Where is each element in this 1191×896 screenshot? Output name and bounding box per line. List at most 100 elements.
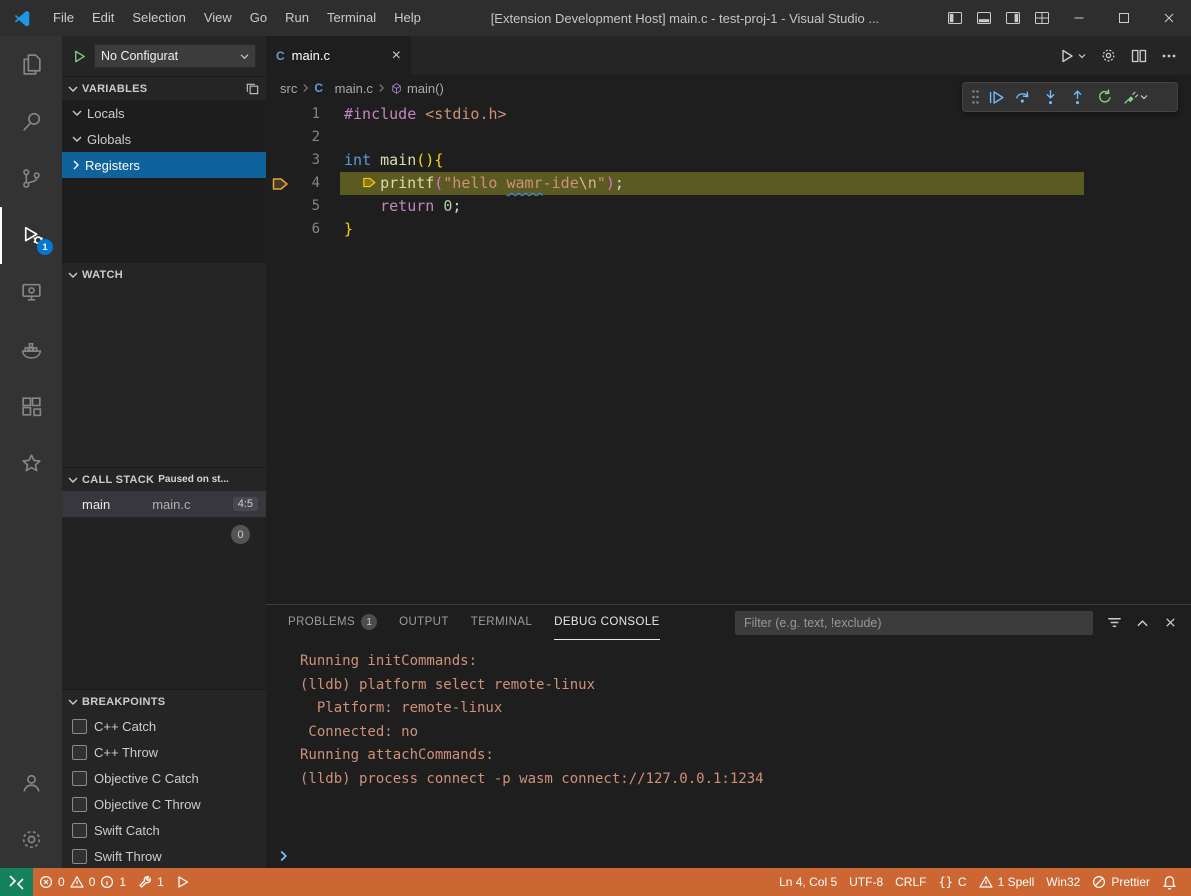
variables-item-registers[interactable]: Registers <box>62 152 266 178</box>
remote-indicator[interactable] <box>0 868 33 896</box>
breakpoint-checkbox[interactable] <box>72 745 87 760</box>
tab-terminal[interactable]: TERMINAL <box>471 605 532 640</box>
breadcrumb-folder[interactable]: src <box>280 81 297 96</box>
start-debug-icon[interactable] <box>72 49 87 64</box>
spell-checker-status[interactable]: 1 Spell <box>973 868 1041 896</box>
problems-status[interactable]: 0 0 1 <box>33 868 132 896</box>
disconnect-button[interactable] <box>1118 84 1152 110</box>
glyph-margin[interactable] <box>266 195 294 218</box>
account-icon[interactable] <box>0 754 62 811</box>
glyph-margin[interactable] <box>266 218 294 241</box>
breakpoint-item[interactable]: Swift Catch <box>62 817 266 843</box>
code-line[interactable]: 2 <box>266 126 1191 149</box>
breakpoint-item[interactable]: C++ Catch <box>62 713 266 739</box>
line-number: 4 <box>294 172 320 195</box>
breakpoint-checkbox[interactable] <box>72 719 87 734</box>
toggle-secondary-sidebar-icon[interactable] <box>998 0 1027 36</box>
copy-value-icon[interactable] <box>245 81 260 96</box>
menu-item[interactable]: Terminal <box>318 0 385 36</box>
breakpoint-item[interactable]: Objective C Catch <box>62 765 266 791</box>
explorer-icon[interactable] <box>0 36 62 93</box>
tab-main-c[interactable]: C main.c × <box>266 36 412 75</box>
variables-section-header[interactable]: VARIABLES <box>62 76 266 100</box>
split-editor-icon[interactable] <box>1131 48 1147 64</box>
code-line[interactable]: 5 return 0; <box>266 195 1191 218</box>
stack-frame-row[interactable]: main main.c 4:5 <box>62 491 266 517</box>
breakpoint-item[interactable]: C++ Throw <box>62 739 266 765</box>
encoding-indicator[interactable]: UTF-8 <box>843 868 889 896</box>
debug-config-gear-icon[interactable] <box>1100 47 1117 64</box>
restart-button[interactable] <box>1091 84 1118 110</box>
tab-problems[interactable]: PROBLEMS 1 <box>288 605 377 640</box>
search-icon[interactable] <box>0 93 62 150</box>
more-actions-icon[interactable] <box>1161 48 1177 64</box>
toggle-sidebar-icon[interactable] <box>940 0 969 36</box>
menu-item[interactable]: Selection <box>123 0 194 36</box>
debug-console-output[interactable]: Running initCommands:(lldb) platform sel… <box>266 640 1191 844</box>
breakpoints-list: C++ Catch C++ Throw Objective C Catch <box>62 713 266 868</box>
glyph-margin[interactable] <box>266 149 294 172</box>
formatter-status[interactable]: Prettier <box>1086 868 1156 896</box>
menu-item[interactable]: Go <box>241 0 276 36</box>
menu-item[interactable]: Run <box>276 0 318 36</box>
console-filter-input[interactable] <box>735 611 1093 635</box>
close-panel-icon[interactable] <box>1159 612 1181 634</box>
step-into-button[interactable] <box>1037 84 1064 110</box>
breakpoint-arrow-icon[interactable] <box>266 172 294 195</box>
launch-config-dropdown[interactable]: No Configurat <box>94 44 256 68</box>
menu-item[interactable]: File <box>44 0 83 36</box>
maximize-button[interactable] <box>1101 0 1146 36</box>
toggle-panel-icon[interactable] <box>969 0 998 36</box>
tab-close-icon[interactable]: × <box>392 48 401 64</box>
close-button[interactable] <box>1146 0 1191 36</box>
glyph-margin[interactable] <box>266 103 294 126</box>
code-line[interactable]: 4 printf("hello wamr-ide\n"); <box>266 172 1191 195</box>
filter-icon[interactable] <box>1103 612 1125 634</box>
step-out-button[interactable] <box>1064 84 1091 110</box>
watch-section-header[interactable]: WATCH <box>62 262 266 286</box>
tab-output[interactable]: OUTPUT <box>399 605 449 640</box>
menu-item[interactable]: View <box>195 0 241 36</box>
eol-indicator[interactable]: CRLF <box>889 868 932 896</box>
platform-indicator[interactable]: Win32 <box>1040 868 1086 896</box>
breakpoint-checkbox[interactable] <box>72 849 87 864</box>
remote-explorer-icon[interactable] <box>0 264 62 321</box>
code-editor[interactable]: 1#include <stdio.h>23int main(){4 printf… <box>266 101 1191 604</box>
language-indicator[interactable]: {} C <box>932 868 972 896</box>
settings-gear-icon[interactable] <box>0 811 62 868</box>
code-line[interactable]: 3int main(){ <box>266 149 1191 172</box>
menu-item[interactable]: Edit <box>83 0 123 36</box>
continue-button[interactable] <box>983 84 1010 110</box>
glyph-margin[interactable] <box>266 126 294 149</box>
breakpoint-item[interactable]: Objective C Throw <box>62 791 266 817</box>
call-stack-section-header[interactable]: CALL STACK Paused on st... <box>62 467 266 491</box>
code-line[interactable]: 6} <box>266 218 1191 241</box>
breakpoint-checkbox[interactable] <box>72 823 87 838</box>
breakpoint-item[interactable]: Swift Throw <box>62 843 266 868</box>
tab-debug-console[interactable]: DEBUG CONSOLE <box>554 605 660 640</box>
star-icon[interactable] <box>0 435 62 492</box>
variables-item-locals[interactable]: Locals <box>62 100 266 126</box>
notifications-bell[interactable] <box>1156 868 1183 896</box>
debug-status[interactable] <box>170 868 196 896</box>
breadcrumb-symbol[interactable]: main() <box>390 81 444 96</box>
variables-item-globals[interactable]: Globals <box>62 126 266 152</box>
drag-handle-icon[interactable] <box>967 89 983 105</box>
toolchain-status[interactable]: 1 <box>132 868 170 896</box>
breakpoints-section-header[interactable]: BREAKPOINTS <box>62 689 266 713</box>
run-and-debug-icon[interactable]: 1 <box>0 207 62 264</box>
minimize-button[interactable] <box>1056 0 1101 36</box>
source-control-icon[interactable] <box>0 150 62 207</box>
debug-console-input[interactable] <box>266 844 1191 868</box>
cursor-position[interactable]: Ln 4, Col 5 <box>773 868 843 896</box>
breakpoint-checkbox[interactable] <box>72 771 87 786</box>
extensions-icon[interactable] <box>0 378 62 435</box>
step-over-button[interactable] <box>1010 84 1037 110</box>
maximize-panel-icon[interactable] <box>1131 612 1153 634</box>
menu-item[interactable]: Help <box>385 0 430 36</box>
breakpoint-checkbox[interactable] <box>72 797 87 812</box>
customize-layout-icon[interactable] <box>1027 0 1056 36</box>
run-or-debug-button[interactable] <box>1059 48 1086 64</box>
breadcrumb-file[interactable]: C main.c <box>314 81 373 96</box>
docker-icon[interactable] <box>0 321 62 378</box>
